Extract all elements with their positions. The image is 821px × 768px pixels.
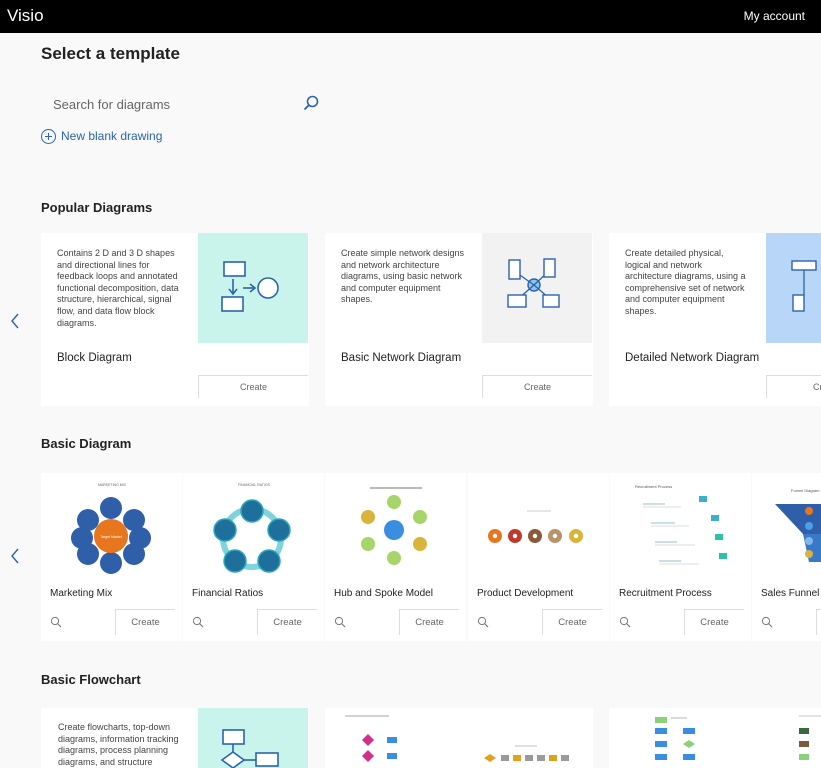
- template-description: Contains 2 D and 3 D shapes and directio…: [57, 248, 179, 328]
- template-card-basic-flowchart[interactable]: Create flowcharts, top-down diagrams, in…: [41, 708, 309, 768]
- thumb-heading: Recruitment Process: [635, 484, 672, 489]
- financial-ratios-thumb: FINANCIAL RATIOS: [188, 478, 319, 578]
- zoom-icon[interactable]: [50, 616, 62, 628]
- create-button[interactable]: Create: [198, 375, 308, 398]
- template-card-flowchart-variant[interactable]: [609, 708, 821, 768]
- zoom-icon[interactable]: [192, 616, 204, 628]
- marketing-mix-thumb: MARKETING MIX Target Market: [46, 478, 177, 578]
- template-title: Block Diagram: [57, 352, 132, 364]
- detailed-network-thumb-icon: [766, 233, 821, 343]
- template-card-block-diagram[interactable]: Contains 2 D and 3 D shapes and directio…: [41, 233, 309, 406]
- top-bar: Visio My account: [0, 0, 821, 33]
- template-card-sales-funnel[interactable]: Funnel Diagram Sales Funnel: [752, 473, 821, 641]
- block-diagram-thumb-icon: [198, 233, 308, 343]
- template-card-hub-and-spoke[interactable]: Hub and Spoke Model Create: [325, 473, 466, 641]
- basic-flowchart-thumb-icon: [198, 708, 308, 768]
- create-button[interactable]: Create: [482, 375, 592, 398]
- create-button[interactable]: Create: [542, 609, 602, 635]
- template-card-recruitment-process[interactable]: Recruitment Process Recruitment Process …: [610, 473, 751, 641]
- network-diagram-thumb-icon: [482, 233, 592, 343]
- template-title: Sales Funnel: [761, 588, 820, 599]
- template-title: Recruitment Process: [619, 588, 712, 599]
- my-account-link[interactable]: My account: [744, 9, 805, 23]
- chevron-left-icon[interactable]: [9, 313, 21, 329]
- section-title-basic: Basic Diagram: [41, 436, 132, 451]
- template-title: Detailed Network Diagram: [625, 352, 760, 364]
- template-card-financial-ratios[interactable]: FINANCIAL RATIOS Financial Ratios Create: [183, 473, 324, 641]
- section-title-popular: Popular Diagrams: [41, 200, 153, 215]
- create-button[interactable]: Create: [684, 609, 744, 635]
- thumb-center-label: Target Market: [100, 535, 121, 539]
- template-description: Create detailed physical, logical and ne…: [625, 248, 746, 316]
- zoom-icon[interactable]: [477, 616, 489, 628]
- create-button[interactable]: Cr: [766, 375, 821, 398]
- create-button[interactable]: [816, 609, 821, 635]
- template-title: Hub and Spoke Model: [334, 588, 433, 599]
- search-icon[interactable]: [302, 94, 320, 112]
- thumb-heading: FINANCIAL RATIOS: [238, 483, 271, 487]
- template-card-product-development[interactable]: Product Development Create: [468, 473, 609, 641]
- search-input[interactable]: Search for diagrams: [53, 97, 170, 112]
- product-development-thumb: [473, 478, 604, 578]
- zoom-icon[interactable]: [619, 616, 631, 628]
- template-card-cross-functional-flowchart[interactable]: [325, 708, 593, 768]
- template-description: Create flowcharts, top-down diagrams, in…: [58, 722, 179, 767]
- sales-funnel-thumb: Funnel Diagram: [757, 478, 821, 578]
- thumb-heading: MARKETING MIX: [98, 483, 127, 487]
- template-title: Basic Network Diagram: [341, 352, 462, 364]
- new-blank-drawing-label: New blank drawing: [61, 129, 163, 143]
- template-title: Product Development: [477, 588, 574, 599]
- template-card-marketing-mix[interactable]: MARKETING MIX Target Market Marketing Mi…: [41, 473, 182, 641]
- section-title-flowchart: Basic Flowchart: [41, 672, 141, 687]
- template-card-detailed-network[interactable]: Create detailed physical, logical and ne…: [609, 233, 821, 406]
- create-button[interactable]: Create: [115, 609, 175, 635]
- zoom-icon[interactable]: [761, 616, 773, 628]
- page-title: Select a template: [41, 44, 180, 63]
- template-description: Create simple network designs and networ…: [341, 248, 465, 305]
- create-button[interactable]: Create: [399, 609, 459, 635]
- app-name: Visio: [7, 6, 44, 25]
- recruitment-process-thumb: Recruitment Process: [615, 478, 746, 578]
- template-title: Marketing Mix: [50, 588, 113, 599]
- hub-and-spoke-thumb: [330, 478, 461, 578]
- zoom-icon[interactable]: [334, 616, 346, 628]
- chevron-left-icon[interactable]: [9, 548, 21, 564]
- new-blank-drawing-button[interactable]: New blank drawing: [41, 127, 162, 145]
- template-card-basic-network[interactable]: Create simple network designs and networ…: [325, 233, 593, 406]
- add-circle-icon: [41, 128, 56, 144]
- template-title: Financial Ratios: [192, 588, 264, 599]
- create-button[interactable]: Create: [257, 609, 317, 635]
- search-box[interactable]: Search for diagrams: [41, 89, 328, 119]
- thumb-heading: Funnel Diagram: [791, 488, 820, 493]
